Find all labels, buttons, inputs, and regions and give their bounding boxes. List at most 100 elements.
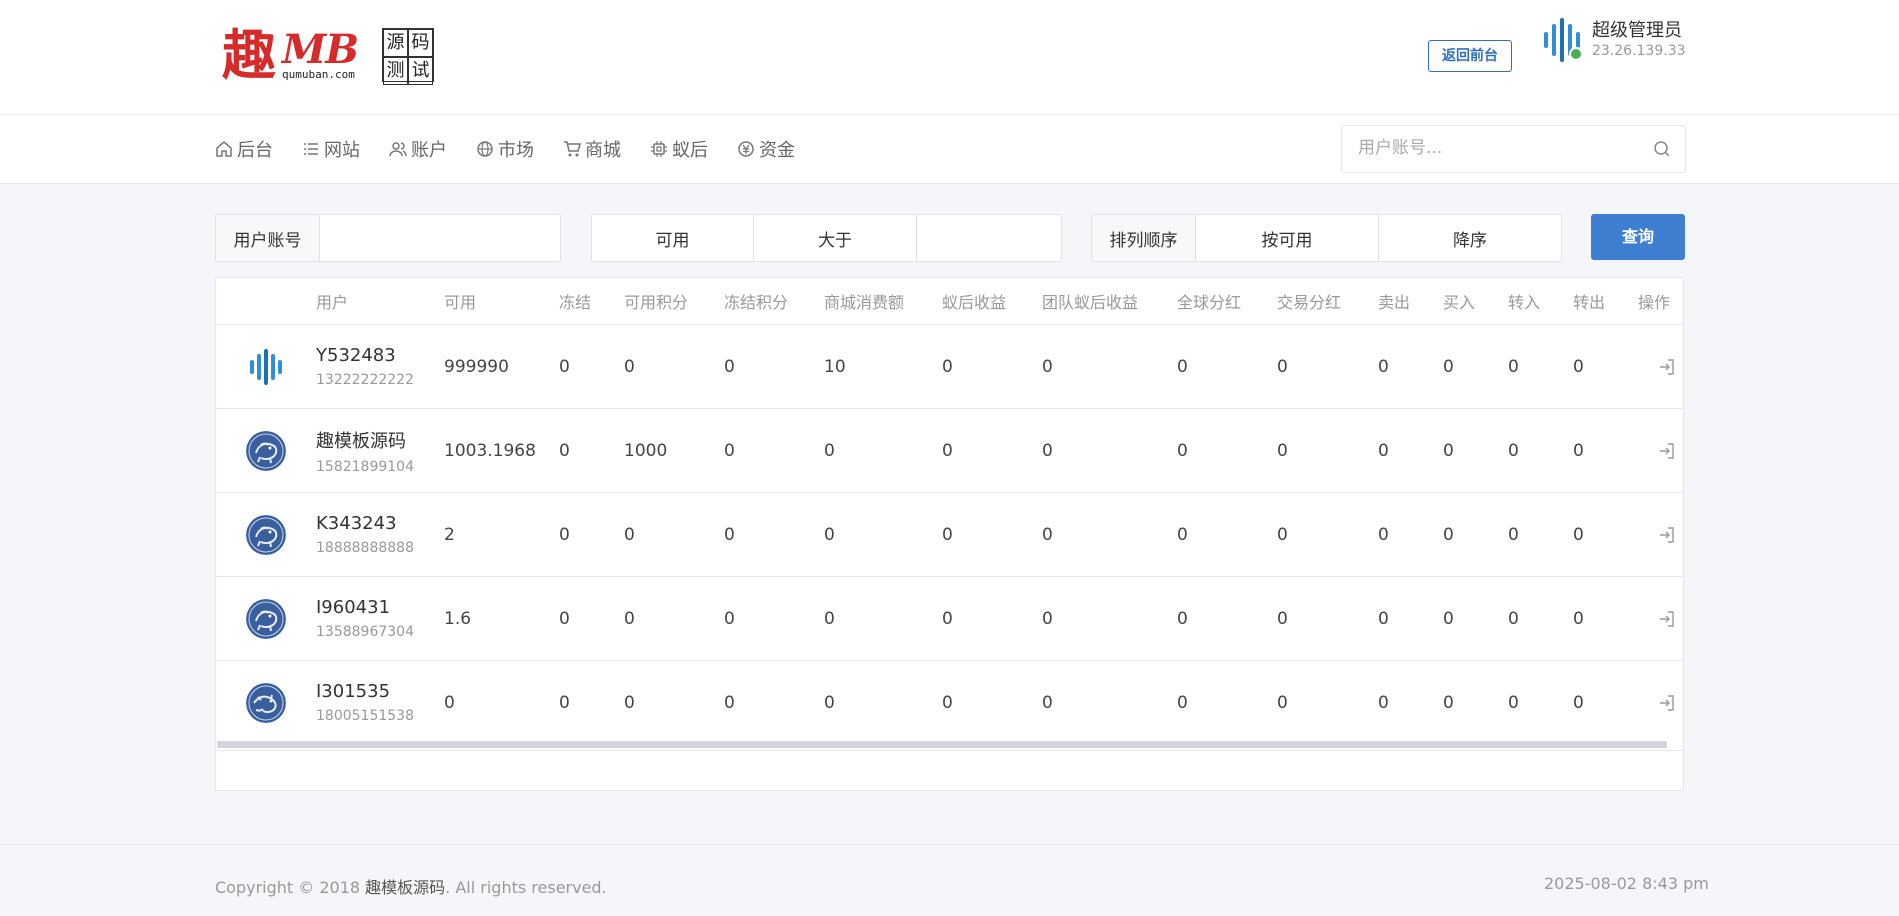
table-cell: 0 (1573, 408, 1638, 493)
logo-box-char: 码 (408, 29, 433, 57)
login-icon[interactable] (1658, 358, 1676, 376)
avatar-cell (216, 408, 316, 493)
column-header: 交易分红 (1277, 278, 1378, 325)
user-name[interactable]: 趣模板源码 (316, 427, 444, 453)
nav-item-funds[interactable]: 资金 (737, 136, 795, 162)
search-icon[interactable] (1653, 140, 1671, 158)
table-cell: 0 (1508, 576, 1573, 661)
top-header: 趣 MB qumuban.com 源 码 测 试 返回前台 超级管理员 23.2… (0, 0, 1899, 115)
table-cell: 0 (1177, 692, 1188, 713)
login-icon[interactable] (1658, 694, 1676, 712)
user-cell: I960431 13588967304 (316, 576, 444, 661)
sort-field-select[interactable]: 按可用 (1196, 215, 1379, 261)
sort-label: 排列顺序 (1092, 215, 1196, 261)
avatar-cell (216, 492, 316, 577)
compare-select[interactable]: 大于 (754, 215, 917, 261)
site-logo[interactable]: 趣 MB qumuban.com 源 码 测 试 (222, 26, 436, 86)
action-cell (1638, 576, 1683, 661)
nav-item-accounts[interactable]: 账户 (389, 136, 447, 162)
column-header: 操作 (1638, 278, 1683, 325)
sort-order-select[interactable]: 降序 (1379, 215, 1561, 261)
table-cell: 0 (1277, 576, 1378, 661)
logo-mark: MB (282, 26, 359, 73)
user-cell: 趣模板源码 15821899104 (316, 408, 444, 493)
user-name[interactable]: Y532483 (316, 345, 444, 366)
column-header: 用户 (316, 278, 444, 325)
user-name[interactable]: I960431 (316, 597, 444, 618)
avatar-cell (216, 324, 316, 409)
table-cell: 999990 (444, 324, 559, 409)
table-cell: 1003.1968 (444, 408, 559, 493)
table-cell: 0 (824, 492, 942, 577)
table-cell: 0 (1042, 576, 1177, 661)
table-header-row: 用户 可用 冻结 可用积分 冻结积分 商城消费额 蚁后收益 团队蚁后收益 全球分… (216, 278, 1683, 325)
table-cell: 0 (1042, 324, 1177, 409)
table-cell: 0 (724, 492, 824, 577)
user-name[interactable]: K343243 (316, 513, 444, 534)
user-phone: 13588967304 (316, 624, 414, 640)
horizontal-scrollbar[interactable] (217, 741, 1667, 748)
user-cell: K343243 18888888888 (316, 492, 444, 577)
table-row[interactable]: Y532483 13222222222 999990 0 0 0 10 0 0 0 0 0 0 0 0 (216, 324, 1683, 409)
table-row[interactable]: I301535 18005151538 0 0 0 0 0 0 0 0 0 0 0 0 0 (216, 661, 1683, 745)
admin-avatar[interactable] (1544, 18, 1584, 62)
logo-box-char: 试 (408, 57, 433, 85)
nav-item-market[interactable]: 市场 (476, 136, 534, 162)
admin-name[interactable]: 超级管理员 (1592, 16, 1682, 42)
table-cell: 0 (942, 408, 1042, 493)
table-cell: 0 (444, 692, 455, 713)
nav-item-backend[interactable]: 后台 (215, 136, 273, 162)
table-cell: 0 (1508, 324, 1573, 409)
table-row[interactable]: I960431 13588967304 1.6 0 0 0 0 0 0 0 0 0 0 0 0 (216, 576, 1683, 661)
user-phone: 13222222222 (316, 372, 414, 388)
field-select[interactable]: 可用 (592, 215, 754, 261)
users-table: 用户 可用 冻结 可用积分 冻结积分 商城消费额 蚁后收益 团队蚁后收益 全球分… (216, 278, 1683, 744)
table-cell: 0 (724, 324, 824, 409)
column-header: 卖出 (1378, 278, 1443, 325)
table-cell: 0 (1378, 324, 1443, 409)
lion-medallion-icon (246, 430, 286, 471)
table-cell: 0 (1508, 692, 1519, 713)
table-row[interactable]: K343243 18888888888 2 0 0 0 0 0 0 0 0 0 0 0 0 (216, 492, 1683, 577)
logo-character: 趣 (222, 23, 276, 87)
table-row[interactable]: 趣模板源码 15821899104 1003.1968 0 1000 0 0 0 0 0 0 0 0 0 0 (216, 408, 1683, 493)
login-icon[interactable] (1658, 610, 1676, 628)
footer-datetime: 2025-08-02 8:43 pm (1544, 874, 1709, 893)
action-cell (1638, 324, 1683, 409)
nav-search (1341, 125, 1686, 173)
query-button[interactable]: 查询 (1591, 214, 1685, 260)
table-cell: 0 (1443, 692, 1454, 713)
nav-item-antqueen[interactable]: 蚁后 (650, 136, 708, 162)
amount-filter-input[interactable] (917, 215, 1061, 259)
table-cell: 0 (1573, 692, 1584, 713)
search-input[interactable] (1356, 137, 1640, 159)
table-cell: 0 (1443, 576, 1508, 661)
table-cell: 0 (1573, 492, 1638, 577)
column-header: 商城消费额 (824, 278, 942, 325)
column-header: 全球分红 (1177, 278, 1277, 325)
table-cell: 0 (1042, 492, 1177, 577)
money-icon (738, 141, 754, 157)
nav-item-label: 网站 (324, 140, 360, 161)
column-header: 可用 (444, 278, 559, 325)
table-cell: 0 (559, 692, 570, 713)
nav-item-label: 商城 (585, 140, 621, 161)
main-nav-bar: 后台 网站 账户 市场 商城 蚁后 资金 (0, 115, 1899, 184)
column-header: 转出 (1573, 278, 1638, 325)
nav-item-website[interactable]: 网站 (302, 136, 360, 162)
account-filter-input[interactable] (320, 215, 559, 259)
nav-item-mall[interactable]: 商城 (563, 136, 621, 162)
column-header: 转入 (1508, 278, 1573, 325)
table-cell: 0 (624, 576, 724, 661)
nav-item-label: 蚁后 (672, 140, 708, 161)
login-icon[interactable] (1658, 526, 1676, 544)
table-cell: 0 (724, 408, 824, 493)
action-cell (1638, 408, 1683, 493)
table-cell: 0 (1443, 324, 1508, 409)
back-to-frontend-button[interactable]: 返回前台 (1428, 40, 1512, 72)
login-icon[interactable] (1658, 442, 1676, 460)
user-name[interactable]: I301535 (316, 681, 444, 702)
table-cell: 0 (824, 576, 942, 661)
copyright-brand[interactable]: 趣模板源码 (365, 878, 445, 897)
user-phone: 18005151538 (316, 708, 414, 724)
